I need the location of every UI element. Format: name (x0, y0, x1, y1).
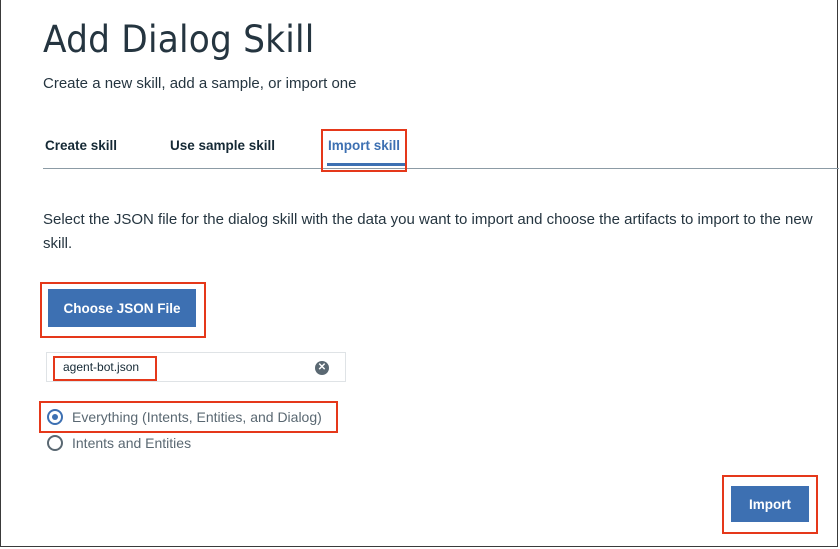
tab-bar: Create skill Use sample skill Import ski… (43, 130, 839, 169)
selected-file-name: agent-bot.json (63, 360, 140, 374)
page-subtitle: Create a new skill, add a sample, or imp… (43, 75, 357, 92)
import-button[interactable]: Import (731, 486, 809, 522)
choose-json-file-button[interactable]: Choose JSON File (48, 289, 196, 327)
active-tab-indicator (327, 163, 405, 166)
clear-file-icon[interactable]: ✕ (315, 361, 329, 375)
import-description: Select the JSON file for the dialog skil… (43, 211, 813, 252)
radio-option-intents-entities[interactable]: Intents and Entities (47, 433, 191, 453)
radio-option-everything[interactable]: Everything (Intents, Entities, and Dialo… (47, 407, 322, 427)
tab-create-skill[interactable]: Create skill (45, 138, 117, 153)
radio-label-intents-entities: Intents and Entities (72, 435, 192, 451)
selected-file-field: agent-bot.json ✕ (46, 352, 346, 382)
radio-button-everything[interactable] (47, 409, 63, 425)
radio-label-everything: Everything (Intents, Entities, and Dialo… (72, 409, 322, 425)
tab-use-sample-skill[interactable]: Use sample skill (170, 138, 275, 153)
page-title: Add Dialog Skill (43, 18, 315, 61)
radio-button-intents-entities[interactable] (47, 435, 63, 451)
tab-import-skill[interactable]: Import skill (328, 138, 400, 153)
